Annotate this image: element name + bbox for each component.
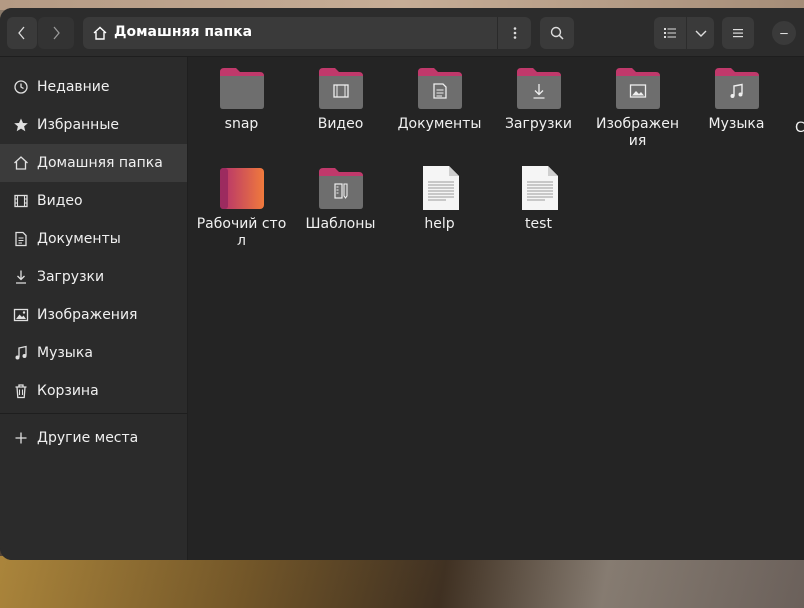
file-item-videos[interactable]: Видео	[291, 66, 390, 133]
path-menu-button[interactable]	[497, 17, 531, 49]
file-item-help[interactable]: help	[390, 166, 489, 233]
documents-folder-icon	[417, 68, 462, 109]
search-button[interactable]	[540, 17, 574, 49]
home-icon	[13, 155, 29, 171]
file-name: Документы	[397, 116, 482, 132]
sidebar-item-label: Другие места	[37, 430, 139, 446]
file-name: Рабочий стол	[196, 216, 287, 249]
sidebar-item-recent[interactable]: Недавние	[0, 68, 187, 106]
vertical-dots-icon	[513, 27, 516, 39]
home-icon	[93, 26, 107, 40]
clock-icon	[13, 79, 29, 95]
music-icon	[13, 345, 29, 361]
sidebar-item-label: Документы	[37, 231, 121, 247]
file-name: Изображения	[596, 116, 679, 149]
file-name: Видео	[317, 116, 364, 132]
sidebar-item-trash[interactable]: Корзина	[0, 372, 187, 410]
minimize-icon	[780, 33, 788, 35]
file-item-pictures[interactable]: Изображения	[588, 66, 687, 150]
chevron-right-icon	[53, 26, 60, 40]
sidebar-item-documents[interactable]: Документы	[0, 220, 187, 258]
headerbar: Домашняя папка	[0, 8, 804, 57]
sidebar-item-label: Музыка	[37, 345, 93, 361]
current-location-label: Домашняя папка	[114, 24, 253, 40]
document-icon	[13, 231, 29, 247]
list-view-icon	[664, 28, 676, 38]
sidebar-item-music[interactable]: Музыка	[0, 334, 187, 372]
sidebar-separator	[0, 413, 187, 414]
pictures-folder-icon	[615, 68, 660, 109]
desktop-folder-icon	[219, 168, 264, 209]
sidebar-item-label: Корзина	[37, 383, 99, 399]
back-button[interactable]	[7, 17, 37, 49]
file-item-music[interactable]: Музыка	[687, 66, 786, 133]
chevron-down-icon	[695, 30, 706, 37]
text-file-icon	[521, 166, 558, 210]
minimize-button[interactable]	[772, 21, 796, 45]
text-file-icon	[422, 166, 459, 210]
file-name: Музыка	[708, 116, 765, 132]
file-name: help	[424, 216, 455, 232]
sidebar-item-label: Загрузки	[37, 269, 105, 285]
sidebar-item-downloads[interactable]: Загрузки	[0, 258, 187, 296]
sidebar-item-label: Недавние	[37, 79, 110, 95]
sidebar-item-label: Видео	[37, 193, 83, 209]
file-item-downloads[interactable]: Загрузки	[489, 66, 588, 133]
templates-folder-icon	[318, 168, 363, 209]
sidebar-item-label: Домашняя папка	[37, 155, 163, 171]
file-name: snap	[224, 116, 259, 132]
sidebar-item-label: Избранные	[37, 117, 119, 133]
file-name: Загрузки	[504, 116, 573, 132]
sidebar-item-videos[interactable]: Видео	[0, 182, 187, 220]
sidebar-item-starred[interactable]: Избранные	[0, 106, 187, 144]
search-icon	[550, 26, 564, 40]
sidebar-item-other-locations[interactable]: Другие места	[0, 419, 187, 457]
chevron-left-icon	[18, 26, 25, 40]
file-manager-window: Домашняя папка Недавние Избранные Домашн…	[0, 8, 804, 560]
video-icon	[13, 193, 29, 209]
downloads-folder-icon	[516, 68, 561, 109]
file-name: test	[525, 216, 552, 232]
sidebar-item-label: Изображения	[37, 307, 138, 323]
download-icon	[13, 269, 29, 285]
file-item-templates[interactable]: Шаблоны	[291, 166, 390, 233]
music-folder-icon	[714, 68, 759, 109]
sidebar-item-home[interactable]: Домашняя папка	[0, 144, 187, 182]
star-icon	[13, 117, 29, 133]
video-folder-icon	[318, 68, 363, 109]
hamburger-menu-icon	[733, 29, 743, 38]
view-options-button[interactable]	[687, 17, 714, 49]
sidebar: Недавние Избранные Домашняя папка Видео …	[0, 57, 188, 560]
file-item-snap[interactable]: snap	[192, 66, 291, 133]
file-item-documents[interactable]: Документы	[390, 66, 489, 133]
plus-icon	[13, 430, 29, 446]
forward-button[interactable]	[38, 17, 74, 49]
image-icon	[13, 307, 29, 323]
wallpaper	[0, 556, 804, 608]
main-menu-button[interactable]	[722, 17, 754, 49]
folder-icon	[219, 68, 264, 109]
file-name: Шаблоны	[305, 216, 376, 232]
view-list-button[interactable]	[654, 17, 686, 49]
trash-icon	[13, 383, 29, 399]
file-item-test[interactable]: test	[489, 166, 588, 233]
file-grid: snap Видео Документы Загрузки Изображени…	[188, 57, 804, 560]
clipped-file-label: С	[795, 120, 804, 136]
path-bar[interactable]: Домашняя папка	[83, 17, 531, 49]
sidebar-item-pictures[interactable]: Изображения	[0, 296, 187, 334]
file-item-desktop[interactable]: Рабочий стол	[192, 166, 291, 250]
